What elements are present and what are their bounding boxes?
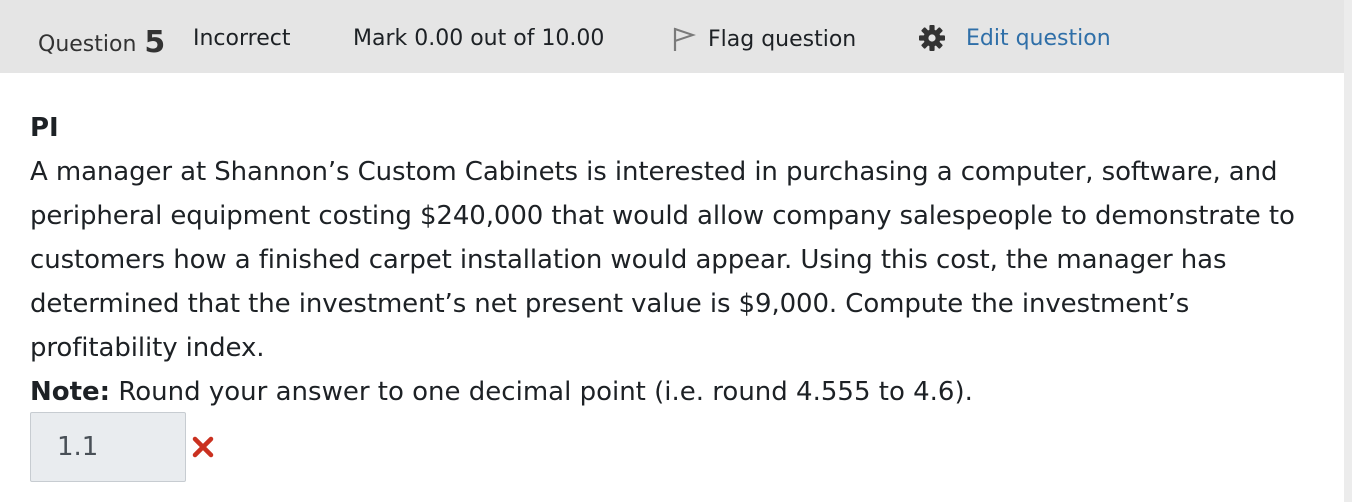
answer-input[interactable]: [30, 412, 186, 482]
edit-question-label: Edit question: [966, 25, 1111, 51]
question-grade: Mark 0.00 out of 10.00: [353, 26, 605, 51]
question-title: PI: [30, 113, 59, 143]
question-note: Note: Round your answer to one decimal p…: [30, 370, 1320, 414]
question-info-bar: Question 5 Incorrect Mark 0.00 out of 10.…: [0, 0, 1344, 73]
incorrect-x-icon: [192, 436, 214, 458]
flag-question-label: Flag question: [708, 26, 857, 52]
note-text: Round your answer to one decimal point (…: [110, 377, 973, 407]
question-label: Question: [38, 32, 137, 57]
scrollbar[interactable]: [1344, 0, 1352, 502]
gear-icon: [919, 25, 945, 51]
answer-row: [30, 412, 214, 482]
edit-question-link[interactable]: Edit question: [918, 24, 1111, 52]
question-number: Question 5: [38, 24, 166, 60]
flag-icon: [673, 27, 696, 51]
flag-question-button[interactable]: Flag question: [672, 26, 856, 52]
question-content: PI A manager at Shannon’s Custom Cabinet…: [30, 106, 1320, 414]
note-label: Note:: [30, 377, 111, 407]
question-number-value: 5: [144, 25, 166, 60]
question-state: Incorrect: [193, 26, 291, 51]
question-text: A manager at Shannon’s Custom Cabinets i…: [30, 157, 1295, 363]
